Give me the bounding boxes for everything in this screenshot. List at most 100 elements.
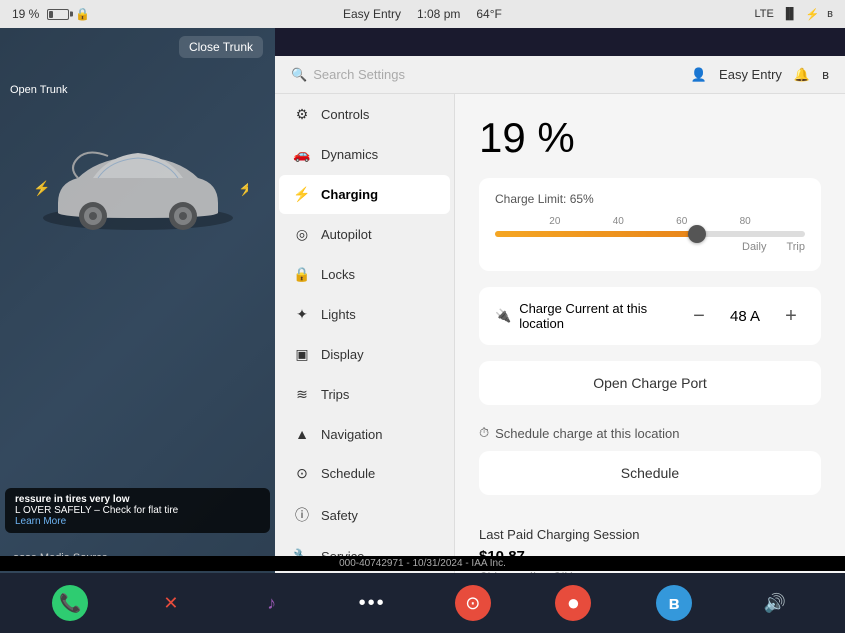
dock-nav[interactable]: ✕ [153, 585, 189, 621]
last-session-title: Last Paid Charging Session [479, 527, 821, 542]
navigation-label: Navigation [321, 427, 382, 442]
wifi-icon: ⚡ [805, 8, 819, 21]
nav-item-display[interactable]: ▣ Display [279, 335, 450, 374]
charging-icon: ⚡ [293, 186, 311, 203]
lte-label: LTE [755, 8, 774, 20]
clock-icon: ⏱ [479, 425, 489, 441]
charge-limit-section: Charge Limit: 65% 20 40 60 80 [479, 178, 821, 271]
lights-label: Lights [321, 307, 356, 322]
settings-area: ⚙ Controls 🚗 Dynamics ⚡ Charging ◎ Autop… [275, 94, 845, 573]
nav-item-dynamics[interactable]: 🚗 Dynamics [279, 135, 450, 174]
search-icon: 🔍 [291, 67, 307, 83]
decrease-current-button[interactable]: − [685, 302, 713, 330]
schedule-button[interactable]: Schedule [479, 451, 821, 495]
close-trunk-button[interactable]: Close Trunk [179, 36, 263, 58]
increase-current-button[interactable]: + [777, 302, 805, 330]
time-display: 1:08 pm [417, 7, 460, 21]
bluetooth-status-icon: ʙ [827, 8, 833, 20]
car-svg: ⚡ ⚡ [28, 128, 248, 248]
display-icon: ▣ [293, 346, 311, 363]
alert-body: L OVER SAFELY – Check for flat tire [15, 505, 260, 516]
nav-item-lights[interactable]: ✦ Lights [279, 295, 450, 334]
bottom-info-text: 000-40742971 - 10/31/2024 - IAA Inc. [339, 558, 506, 569]
header-right: 👤 Easy Entry 🔔 ʙ [691, 67, 829, 83]
trips-label: Trips [321, 387, 349, 402]
slider-labels: Daily Trip [495, 241, 805, 253]
car-panel-top: Close Trunk [0, 28, 275, 66]
locks-icon: 🔒 [293, 266, 311, 283]
slider-ticks: 20 40 60 80 [495, 216, 805, 227]
nav-item-charging[interactable]: ⚡ Charging [279, 175, 450, 214]
autopilot-label: Autopilot [321, 227, 372, 242]
notification-icon: 🔔 [794, 67, 810, 83]
status-left: 19 % 🔒 [12, 7, 90, 21]
lock-icon: 🔒 [75, 7, 90, 21]
learn-more-link[interactable]: Learn More [15, 516, 66, 527]
bottom-info-bar: 000-40742971 - 10/31/2024 - IAA Inc. [0, 556, 845, 571]
charge-current-value: 48 A [725, 308, 765, 325]
status-right: LTE ▐▌ ⚡ ʙ [755, 8, 834, 21]
charging-label: Charging [321, 187, 378, 202]
charge-current-control: − 48 A + [685, 302, 805, 330]
charge-current-section: 🔌 Charge Current at this location − 48 A… [479, 287, 821, 345]
controls-label: Controls [321, 107, 369, 122]
signal-icon: ▐▌ [782, 8, 798, 20]
svg-text:⚡: ⚡ [33, 180, 50, 197]
display-label: Display [321, 347, 364, 362]
temperature-display: 64°F [476, 7, 501, 21]
car-image: ⚡ ⚡ [0, 88, 275, 288]
dock-volume[interactable]: 🔊 [757, 585, 793, 621]
dynamics-icon: 🚗 [293, 146, 311, 163]
nav-item-locks[interactable]: 🔒 Locks [279, 255, 450, 294]
schedule-section: ⏱ Schedule charge at this location Sched… [479, 425, 821, 515]
dock-phone[interactable]: 📞 [52, 585, 88, 621]
alert-banner: ressure in tires very low L OVER SAFELY … [5, 488, 270, 533]
dock-home[interactable]: ⊙ [455, 585, 491, 621]
easy-entry-status: Easy Entry [343, 7, 401, 21]
svg-text:⚡: ⚡ [238, 180, 248, 197]
safety-icon: ⓘ [293, 505, 311, 525]
plug-icon: 🔌 [495, 308, 511, 324]
profile-label[interactable]: Easy Entry [719, 67, 782, 82]
alert-title: ressure in tires very low [15, 494, 260, 505]
settings-header: 🔍 Search Settings 👤 Easy Entry 🔔 ʙ [275, 56, 845, 94]
charge-current-label: 🔌 Charge Current at this location [495, 301, 685, 331]
search-placeholder[interactable]: Search Settings [313, 67, 405, 82]
car-panel: Close Trunk Open Trunk [0, 28, 275, 633]
slider-thumb[interactable] [688, 225, 706, 243]
status-bar: 19 % 🔒 Easy Entry 1:08 pm 64°F LTE ▐▌ ⚡ … [0, 0, 845, 28]
slider-fill [495, 231, 697, 237]
status-center: Easy Entry 1:08 pm 64°F [343, 7, 502, 21]
bluetooth-header-icon: ʙ [822, 67, 829, 82]
settings-nav: ⚙ Controls 🚗 Dynamics ⚡ Charging ◎ Autop… [275, 94, 455, 573]
dock-record[interactable]: ● [555, 585, 591, 621]
nav-item-trips[interactable]: ≋ Trips [279, 375, 450, 414]
dynamics-label: Dynamics [321, 147, 378, 162]
dock-bar: 📞 ✕ ♪ ••• ⊙ ● ʙ 🔊 [0, 573, 845, 633]
safety-label: Safety [321, 508, 358, 523]
charge-slider-container[interactable]: 20 40 60 80 Daily Trip [495, 216, 805, 253]
nav-item-navigation[interactable]: ▲ Navigation [279, 415, 450, 453]
controls-icon: ⚙ [293, 106, 311, 123]
navigation-icon: ▲ [293, 426, 311, 442]
nav-item-controls[interactable]: ⚙ Controls [279, 95, 450, 134]
autopilot-icon: ◎ [293, 226, 311, 243]
profile-icon: 👤 [691, 67, 707, 83]
dock-bluetooth[interactable]: ʙ [656, 585, 692, 621]
open-charge-port-button[interactable]: Open Charge Port [479, 361, 821, 405]
slider-track[interactable] [495, 231, 805, 237]
charge-percent: 19 % [479, 114, 821, 162]
nav-item-autopilot[interactable]: ◎ Autopilot [279, 215, 450, 254]
nav-item-safety[interactable]: ⓘ Safety [279, 494, 450, 536]
nav-item-schedule[interactable]: ⊙ Schedule [279, 454, 450, 493]
trip-label: Trip [786, 241, 805, 253]
schedule-label: Schedule [321, 466, 375, 481]
dock-menu[interactable]: ••• [354, 585, 390, 621]
battery-icon [47, 9, 69, 20]
lights-icon: ✦ [293, 306, 311, 323]
locks-label: Locks [321, 267, 355, 282]
battery-percent: 19 % [12, 7, 39, 21]
dock-music[interactable]: ♪ [254, 585, 290, 621]
trips-icon: ≋ [293, 386, 311, 403]
schedule-icon: ⊙ [293, 465, 311, 482]
